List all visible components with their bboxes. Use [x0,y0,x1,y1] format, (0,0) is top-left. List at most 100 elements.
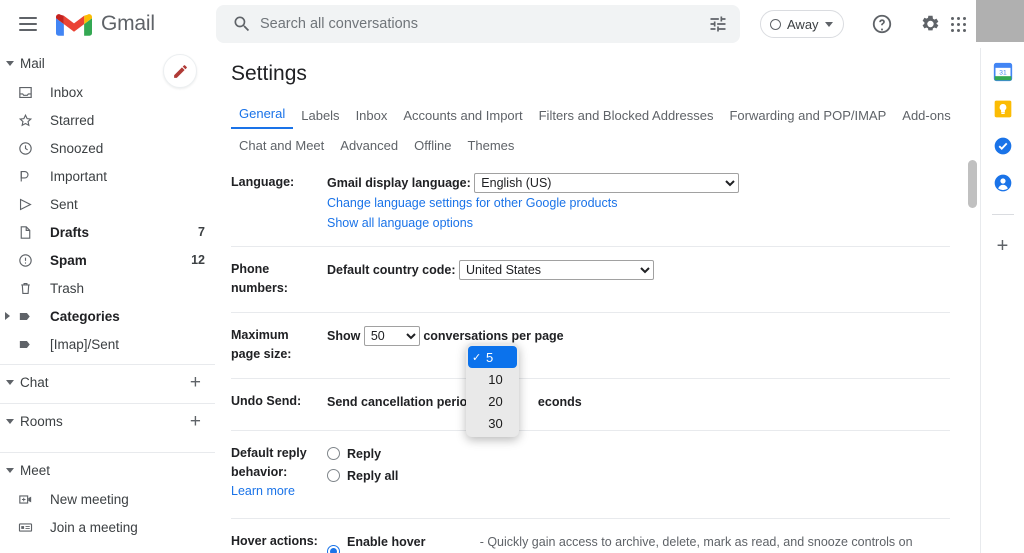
tab-advanced[interactable]: Advanced [332,138,406,159]
chevron-down-icon [6,380,14,385]
dropdown-option-10[interactable]: ✓ 10 [468,368,517,390]
sidebar-item-sent[interactable]: Sent [0,190,215,218]
page-size-select[interactable]: 50 [364,326,420,346]
search-input[interactable] [260,16,708,32]
sidebar-section-rooms[interactable]: Rooms + [0,406,215,436]
avatar[interactable] [976,0,1024,42]
settings-scrollbar-thumb[interactable] [968,160,977,208]
status-circle-icon [770,19,781,30]
sidebar-item-label: Spam [50,253,87,268]
sidebar-item-join-meeting[interactable]: Join a meeting [0,513,215,541]
sidebar-section-label: Rooms [20,414,63,429]
main-menu-icon[interactable] [8,4,48,44]
sidebar-item-important[interactable]: Important [0,162,215,190]
gear-icon[interactable] [916,10,944,38]
radio-option-reply[interactable]: Reply [327,444,950,464]
sidebar-section-chat[interactable]: Chat + [0,367,215,397]
tab-inbox[interactable]: Inbox [348,108,396,129]
add-addon-button[interactable]: + [997,236,1009,256]
sidebar-item-label: New meeting [50,492,129,507]
radio-button[interactable] [327,447,340,460]
sidebar-item-trash[interactable]: Trash [0,274,215,302]
sidebar-divider [0,403,215,404]
radio-button[interactable] [327,469,340,482]
compose-button[interactable] [163,54,197,88]
tab-general[interactable]: General [231,106,293,129]
sidebar-item-drafts[interactable]: Drafts 7 [0,218,215,246]
sidebar-item-new-meeting[interactable]: New meeting [0,485,215,513]
change-language-settings-link[interactable]: Change language settings for other Googl… [327,193,950,213]
sidebar-item-starred[interactable]: Starred [0,106,215,134]
chevron-down-icon [6,468,14,473]
language-field-label: Gmail display language: [327,176,471,190]
setting-row-phone-numbers: Phone numbers: Default country code: Uni… [231,246,950,312]
tab-accounts-and-import[interactable]: Accounts and Import [395,108,530,129]
right-rail-divider [992,214,1014,215]
search-options-icon[interactable] [708,14,728,34]
google-calendar-icon[interactable]: 31 [993,62,1013,82]
setting-body: Send cancellation period econds [327,392,950,412]
dropdown-option-30[interactable]: ✓ 30 [468,412,517,434]
sidebar-section-label: Mail [20,56,45,71]
add-chat-button[interactable]: + [190,373,201,392]
undo-send-dropdown-menu[interactable]: ✓ 5 ✓ 10 ✓ 20 ✓ 30 [466,343,519,437]
google-tasks-icon[interactable] [993,136,1013,156]
important-icon [14,168,36,185]
tab-forwarding-and-pop-imap[interactable]: Forwarding and POP/IMAP [721,108,894,129]
tab-filters-and-blocked-addresses[interactable]: Filters and Blocked Addresses [531,108,722,129]
search-icon [232,14,252,34]
default-country-code-select[interactable]: United States [459,260,654,280]
status-away-button[interactable]: Away [760,10,844,38]
sidebar-item-categories[interactable]: Categories [0,302,215,330]
setting-row-maximum-page-size: Maximum page size: Show 50 conversations… [231,312,950,378]
apps-grid-icon[interactable] [944,10,972,38]
top-app-bar: Gmail Away [0,0,1024,48]
check-icon: ✓ [472,373,486,386]
trash-icon [14,280,36,297]
check-icon: ✓ [472,417,486,430]
tab-chat-and-meet[interactable]: Chat and Meet [231,138,332,159]
reply-behavior-learn-more-link[interactable]: Learn more [231,482,321,501]
gmail-logo[interactable]: Gmail [56,11,155,38]
add-room-button[interactable]: + [190,412,201,431]
display-language-select[interactable]: English (US) [474,173,739,193]
tab-offline[interactable]: Offline [406,138,459,159]
sidebar-divider [0,452,215,453]
setting-row-default-reply-behavior: Default reply behavior: Learn more Reply… [231,430,950,518]
right-side-panel: 31 + [980,48,1024,553]
star-icon [14,112,36,129]
sidebar-item-label: Important [50,169,107,184]
search-bar[interactable] [216,5,740,43]
apps-grid-dots [951,17,966,32]
sidebar-item-label: Trash [50,281,84,296]
page-size-prefix: Show [327,329,360,343]
setting-label: Undo Send: [231,392,327,412]
sidebar-item-imap-sent[interactable]: [Imap]/Sent [0,330,215,358]
tab-themes[interactable]: Themes [459,138,522,159]
google-contacts-icon[interactable] [993,173,1013,193]
show-all-language-options-link[interactable]: Show all language options [327,213,950,233]
radio-label: Reply [347,444,381,464]
help-icon[interactable] [868,10,896,38]
settings-scrollbar-track[interactable] [968,56,977,551]
radio-label: Enable hover actions [347,532,473,553]
dropdown-option-5[interactable]: ✓ 5 [468,346,517,368]
radio-option-enable-hover-actions[interactable]: Enable hover actions - Quickly gain acce… [327,532,950,553]
sidebar-divider [0,364,215,365]
sidebar-item-spam[interactable]: Spam 12 [0,246,215,274]
sidebar-section-meet[interactable]: Meet [0,455,215,485]
radio-button[interactable] [327,545,340,553]
chevron-down-icon [6,419,14,424]
google-keep-icon[interactable] [993,99,1013,119]
label-icon [14,336,36,353]
tab-labels[interactable]: Labels [293,108,347,129]
dropdown-option-20[interactable]: ✓ 20 [468,390,517,412]
sidebar-item-snoozed[interactable]: Snoozed [0,134,215,162]
tab-add-ons[interactable]: Add-ons [894,108,958,129]
radio-description: - Quickly gain access to archive, delete… [480,532,950,553]
setting-label: Phone numbers: [231,260,327,299]
sidebar-item-label: Join a meeting [50,520,138,535]
clock-icon [14,140,36,157]
radio-option-reply-all[interactable]: Reply all [327,466,950,486]
chevron-right-icon[interactable] [5,312,10,320]
